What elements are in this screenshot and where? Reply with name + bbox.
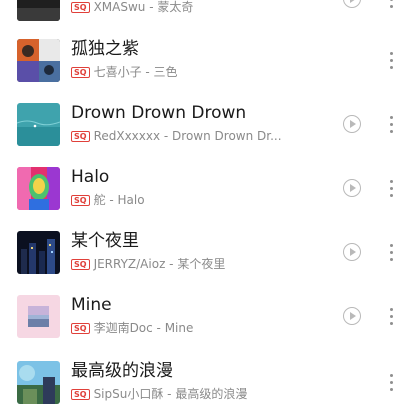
song-title: Halo <box>71 167 110 187</box>
album-cover <box>17 231 60 274</box>
more-vertical-icon[interactable] <box>383 0 399 12</box>
song-subtitle: SQ 舵 - Halo <box>71 193 145 208</box>
album-cover <box>17 0 60 21</box>
song-row[interactable]: SQ XMASwu - 蒙太奇 <box>0 0 420 42</box>
more-vertical-icon[interactable] <box>383 113 399 137</box>
more-vertical-icon[interactable] <box>383 305 399 329</box>
song-subtitle: SQ 七喜小子 - 三色 <box>71 65 178 80</box>
song-row[interactable]: Halo SQ 舵 - Halo <box>0 167 420 231</box>
song-row[interactable]: 孤独之紫 SQ 七喜小子 - 三色 <box>0 39 420 103</box>
song-title: 最高级的浪漫 <box>71 361 173 381</box>
more-vertical-icon[interactable] <box>383 49 399 73</box>
sq-quality-badge: SQ <box>71 323 90 334</box>
song-subtitle: SQ SipSu小口酥 - 最高级的浪漫 <box>71 387 247 402</box>
play-circle-icon[interactable] <box>343 0 361 8</box>
album-cover <box>17 361 60 404</box>
sq-quality-badge: SQ <box>71 389 90 400</box>
play-circle-icon[interactable] <box>343 307 361 325</box>
song-title: 孤独之紫 <box>71 39 139 59</box>
artist-album-text: 李迦南Doc - Mine <box>93 321 194 335</box>
sq-quality-badge: SQ <box>71 2 90 13</box>
song-row[interactable]: 某个夜里 SQ JERRYZ/Aioz - 某个夜里 <box>0 231 420 295</box>
artist-album-text: RedXxxxxx - Drown Drown Dr... <box>93 129 282 143</box>
song-list: SQ XMASwu - 蒙太奇 孤独之紫 SQ 七喜小子 - 三色 Drown … <box>0 0 420 420</box>
artist-album-text: 七喜小子 - 三色 <box>93 65 178 79</box>
artist-album-text: SipSu小口酥 - 最高级的浪漫 <box>93 387 248 401</box>
sq-quality-badge: SQ <box>71 195 90 206</box>
song-row[interactable]: 最高级的浪漫 SQ SipSu小口酥 - 最高级的浪漫 <box>0 361 420 420</box>
song-title: 某个夜里 <box>71 231 139 251</box>
sq-quality-badge: SQ <box>71 131 90 142</box>
song-subtitle: SQ 李迦南Doc - Mine <box>71 321 193 336</box>
play-circle-icon[interactable] <box>343 243 361 261</box>
song-title: Mine <box>71 295 112 315</box>
song-row[interactable]: Drown Drown Drown SQ RedXxxxxx - Drown D… <box>0 103 420 167</box>
sq-quality-badge: SQ <box>71 67 90 78</box>
album-cover <box>17 103 60 146</box>
song-row[interactable]: Mine SQ 李迦南Doc - Mine <box>0 295 420 359</box>
play-circle-icon[interactable] <box>343 115 361 133</box>
play-circle-icon[interactable] <box>343 179 361 197</box>
more-vertical-icon[interactable] <box>383 241 399 265</box>
more-vertical-icon[interactable] <box>383 371 399 395</box>
song-subtitle: SQ JERRYZ/Aioz - 某个夜里 <box>71 257 225 272</box>
artist-album-text: 舵 - Halo <box>93 193 145 207</box>
artist-album-text: JERRYZ/Aioz - 某个夜里 <box>93 257 226 271</box>
more-vertical-icon[interactable] <box>383 177 399 201</box>
song-title: Drown Drown Drown <box>71 103 247 123</box>
album-cover <box>17 39 60 82</box>
album-cover <box>17 295 60 338</box>
sq-quality-badge: SQ <box>71 259 90 270</box>
album-cover <box>17 167 60 210</box>
song-subtitle: SQ XMASwu - 蒙太奇 <box>71 0 193 15</box>
song-subtitle: SQ RedXxxxxx - Drown Drown Dr... <box>71 129 282 144</box>
artist-album-text: XMASwu - 蒙太奇 <box>93 0 194 14</box>
